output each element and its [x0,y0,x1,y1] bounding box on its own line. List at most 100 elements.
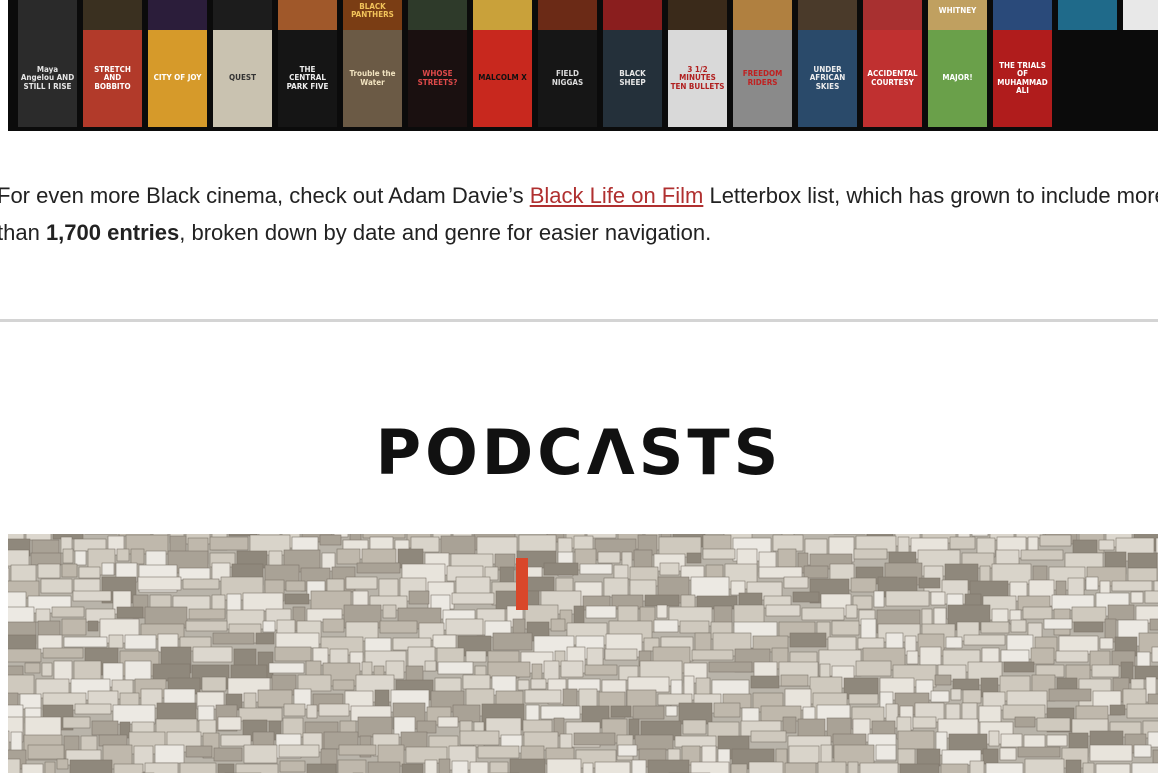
stone-block [306,704,318,719]
stone-block [518,534,557,553]
stone-block [285,580,306,592]
stone-block [897,730,935,750]
film-poster[interactable]: QUEST [213,30,272,127]
stone-block [459,730,500,746]
stone-block [531,663,543,682]
film-poster[interactable]: THE TRIALS OF MUHAMMAD ALI [993,30,1052,127]
film-poster[interactable]: Trouble the Water [343,30,402,127]
stone-block [897,748,916,765]
stone-block [899,763,940,773]
film-poster-title: UNDER AFRICAN SKIES [809,64,846,91]
stone-block [1032,565,1048,582]
film-poster[interactable]: WHITNEY [928,0,987,30]
film-poster[interactable] [18,0,77,30]
stone-block [279,760,306,773]
stone-block [853,548,888,560]
film-poster[interactable]: STRETCH AND BOBBITO [83,30,142,127]
stone-block [585,605,617,619]
stone-block [489,761,509,773]
film-poster[interactable] [733,0,792,30]
stone-block [41,662,53,677]
stone-block [61,618,87,636]
stone-block [875,744,897,761]
stone-block [27,744,65,760]
film-poster-title: FIELD NIGGAS [551,69,584,87]
film-poster[interactable] [603,0,662,30]
stone-block [235,763,279,773]
film-poster[interactable]: UNDER AFRICAN SKIES [798,30,857,127]
stone-block [526,576,555,592]
stone-block [667,748,681,762]
stone-block [1014,716,1036,728]
stone-block [1030,647,1055,665]
stone-block [69,759,113,773]
stone-block [772,534,804,552]
stone-block [546,758,582,773]
stone-block [24,662,41,674]
film-poster[interactable] [1123,0,1158,30]
stone-block [492,632,533,651]
film-poster[interactable]: MALCOLM X [473,30,532,127]
film-poster[interactable]: WHOSE STREETS? [408,30,467,127]
stone-block [713,702,741,718]
stone-block [338,744,377,756]
film-poster[interactable]: FREEDOM RIDERS [733,30,792,127]
film-poster[interactable]: 3 1/2 MINUTES TEN BULLETS [668,30,727,127]
film-poster-title: CITY OF JOY [153,73,202,83]
stone-block [690,576,730,598]
stone-block [969,760,985,773]
film-poster[interactable]: CITY OF JOY [148,30,207,127]
red-block [516,558,528,610]
film-poster[interactable] [83,0,142,30]
stone-block [1024,758,1065,773]
film-poster[interactable]: BLACK SHEEP [603,30,662,127]
stone-block [1089,744,1133,762]
stone-block [137,576,182,591]
stone-block [40,578,73,594]
stone-block [361,548,397,565]
film-poster[interactable] [668,0,727,30]
stone-block [530,678,547,690]
stone-block [220,734,252,747]
stone-block [560,660,584,678]
stone-block [985,762,1024,773]
stone-block [113,763,144,773]
stone-block [87,620,99,632]
stone-block [72,590,112,602]
stone-block [408,590,430,605]
film-poster[interactable]: Maya Angelou AND STILL I RISE [18,30,77,127]
entries-count: 1,700 entries [45,220,180,245]
film-poster[interactable] [408,0,467,30]
black-life-on-film-link[interactable]: Black Life on Film [530,183,704,208]
film-poster[interactable]: BLACK PANTHERS [343,0,402,30]
stone-block [1065,759,1082,773]
film-poster[interactable] [278,0,337,30]
stone-block [8,674,35,695]
stone-block [582,762,594,773]
film-poster-title: MALCOLM X [478,73,527,83]
film-poster[interactable] [213,0,272,30]
film-poster[interactable]: THE CENTRAL PARK FIVE [278,30,337,127]
film-poster[interactable]: FIELD NIGGAS [538,30,597,127]
film-poster[interactable] [1058,0,1117,30]
film-poster[interactable] [798,0,857,30]
film-poster[interactable] [863,0,922,30]
stone-block [750,675,780,689]
stone-block [803,565,829,579]
film-poster[interactable] [473,0,532,30]
film-poster[interactable]: ACCIDENTAL COURTESY [863,30,922,127]
stone-block [1022,606,1053,620]
stone-block [8,758,21,773]
film-poster[interactable] [148,0,207,30]
podcasts-hero-image[interactable] [8,534,1158,773]
stone-block [345,576,378,590]
stone-block [30,552,62,566]
stone-block [1085,576,1099,591]
stone-block [919,646,942,666]
stone-block [748,761,784,773]
film-poster[interactable]: MAJOR! [928,30,987,127]
film-poster[interactable] [538,0,597,30]
film-poster[interactable] [993,0,1052,30]
stone-block [243,744,278,764]
film-poster-title: Trouble the Water [349,69,396,87]
